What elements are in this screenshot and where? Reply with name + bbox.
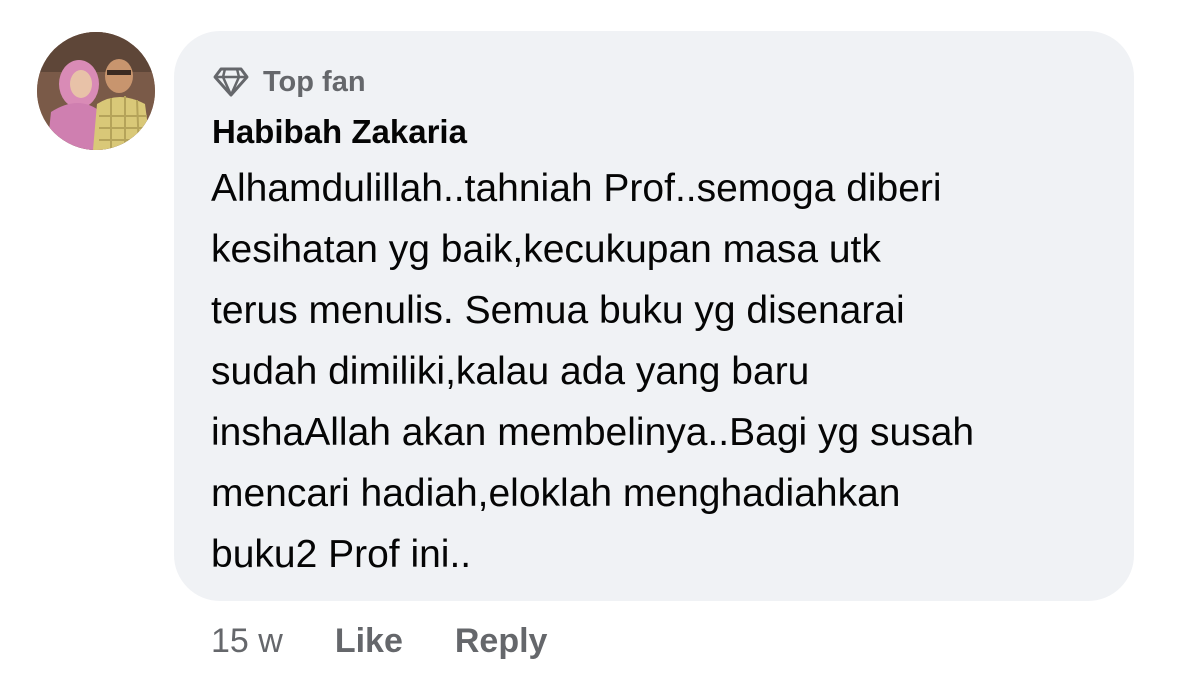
- comment-line: mencari hadiah,eloklah menghadiahkan: [211, 472, 901, 515]
- like-button[interactable]: Like: [335, 622, 403, 661]
- avatar[interactable]: [37, 32, 155, 150]
- top-fan-badge[interactable]: Top fan: [213, 64, 366, 100]
- comment-line: inshaAllah akan membelinya..Bagi yg susa…: [211, 411, 975, 454]
- badge-label: Top fan: [263, 65, 366, 98]
- comment-line: buku2 Prof ini..: [211, 533, 472, 576]
- avatar-photo: [37, 32, 155, 150]
- comment-line: kesihatan yg baik,kecukupan masa utk: [211, 228, 881, 271]
- comment-line: Alhamdulillah..tahniah Prof..semoga dibe…: [211, 167, 942, 210]
- comment-actions: 15 w Like Reply: [211, 618, 599, 664]
- comment-line: sudah dimiliki,kalau ada yang baru: [211, 350, 810, 393]
- comment-text: Alhamdulillah..tahniah Prof..semoga dibe…: [211, 158, 1111, 585]
- reply-button[interactable]: Reply: [455, 622, 548, 661]
- timestamp[interactable]: 15 w: [211, 622, 283, 661]
- diamond-icon: [213, 66, 249, 98]
- author-name[interactable]: Habibah Zakaria: [212, 112, 467, 152]
- comment-line: terus menulis. Semua buku yg disenarai: [211, 289, 905, 332]
